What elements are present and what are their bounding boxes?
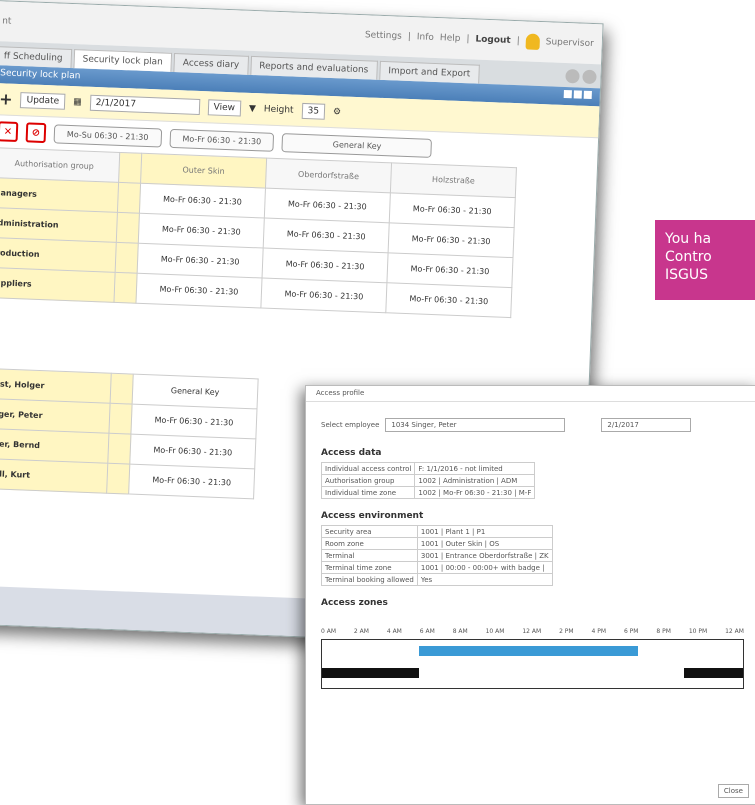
user-name: Supervisor [545,37,594,50]
update-button[interactable]: Update [20,91,66,110]
tab-next-icon[interactable] [582,69,597,85]
access-data-title: Access data [321,448,382,458]
tab-access-diary[interactable]: Access diary [173,52,249,75]
hour-tick: 10 AM [485,628,505,635]
hour-tick: 2 PM [559,628,574,635]
env-table: Security area 1001 | Plant 1 | P1 Room zo… [321,525,553,586]
close-icon[interactable] [583,90,592,100]
hour-axis: 0 AM 2 AM 4 AM 6 AM 8 AM 10 AM 12 AM 2 PM 4 PM 6 … [321,628,744,635]
dialog-title: Access profile [306,386,755,402]
hour-tick: 10 PM [688,628,708,635]
access-data-table: Individual access control F: 1/1/2016 - n… [320,462,536,499]
calendar-icon[interactable]: ▦ [73,97,82,107]
filter-general-key[interactable]: General Key [281,132,433,158]
col-outer-skin[interactable]: Outer Skin [140,153,267,189]
employee-input[interactable]: 1034 Singer, Peter [385,418,566,432]
info-link[interactable]: Info [417,32,434,43]
help-link[interactable]: Help [440,33,461,44]
employee-label: Select employee [321,421,380,429]
date-input[interactable]: 2/1/2017 [89,94,200,115]
promo-line-2: Contro [665,249,712,265]
height-label: Height [263,103,294,116]
zone-bar [418,646,638,656]
add-icon[interactable]: + [0,89,13,109]
hour-tick: 4 AM [386,628,402,635]
settings-link[interactable]: Settings [365,30,402,41]
filter-icon[interactable]: ▼ [249,103,256,113]
tab-scheduling[interactable]: ff Scheduling [0,46,72,69]
access-profile-dialog: Access profile Select employee 1034 Sing… [305,385,755,805]
view-dropdown[interactable]: View [207,98,242,117]
hour-tick: 0 AM [321,628,337,635]
hour-tick: 6 AM [419,628,435,635]
promo-line-3: ISGUS [665,267,708,283]
filter-mo-su[interactable]: Mo-Su 06:30 - 21:30 [53,123,162,148]
groups-table: Authorisation group Outer Skin Oberdorfs… [0,147,517,318]
tab-import-export[interactable]: Import and Export [378,60,480,84]
filter-mo-fr[interactable]: Mo-Fr 06:30 - 21:30 [169,128,275,152]
clear-icon[interactable]: ✕ [0,121,19,143]
persons-table: Geist, Holger General Key Singer, Peter Mo… [0,368,259,500]
hour-tick: 12 AM [725,628,744,635]
logout-link[interactable]: Logout [475,35,511,46]
block-icon[interactable]: ⊘ [25,122,47,144]
env-title: Access environment [321,511,424,521]
group-col-header: Authorisation group [0,147,120,183]
hour-tick: 8 AM [452,628,468,635]
close-button[interactable]: Close [717,784,749,798]
gap-col-header [118,152,142,184]
panel-title: Security lock plan [0,68,81,82]
col-holz[interactable]: Holzstraße [390,162,517,198]
promo-box: You ha Contro ISGUS [655,220,755,300]
tab-prev-icon[interactable] [565,68,580,84]
hour-tick: 12 AM [522,628,542,635]
minimize-icon[interactable] [563,89,572,99]
tab-security-lock-plan[interactable]: Security lock plan [73,49,173,72]
profile-date-input[interactable]: 2/1/2017 [601,418,692,432]
zone-timeline [321,639,744,689]
user-icon [525,33,541,50]
app-title: nt [1,16,12,27]
hour-tick: 2 AM [353,628,369,635]
settings-gear-icon[interactable]: ⚙ [333,107,341,117]
height-input[interactable]: 35 [301,102,326,120]
zones-title: Access zones [321,598,388,608]
hour-tick: 4 PM [591,628,607,635]
maximize-icon[interactable] [573,90,582,99]
hour-tick: 6 PM [623,628,639,635]
promo-line-1: You ha [665,231,712,247]
col-oberdorf[interactable]: Oberdorfstraße [265,158,392,193]
hour-tick: 8 PM [656,628,671,635]
